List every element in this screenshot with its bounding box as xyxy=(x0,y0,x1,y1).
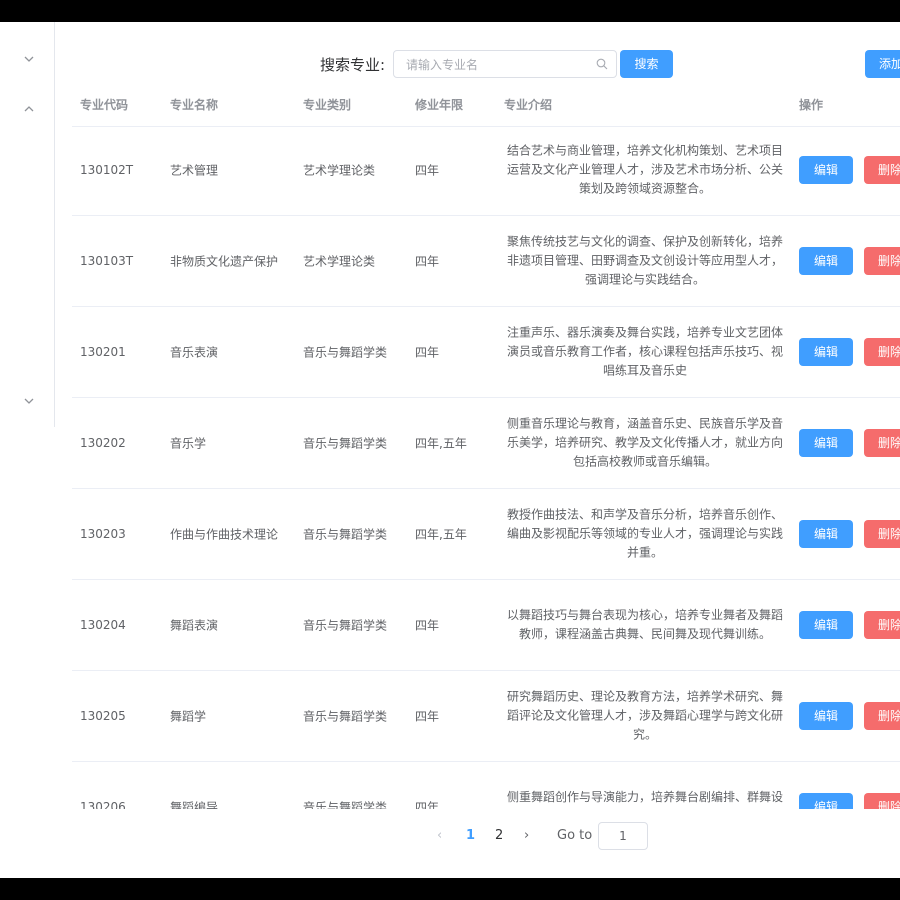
header-category: 专业类别 xyxy=(303,98,352,112)
table-header: 专业代码 专业名称 专业类别 修业年限 专业介绍 操作 xyxy=(72,88,900,127)
cell-intro: 聚焦传统技艺与文化的调查、保护及创新转化，培养非遗项目管理、田野调查及文创设计等… xyxy=(506,234,783,287)
table-row: 130204 舞蹈表演 音乐与舞蹈学类 四年 以舞蹈技巧与舞台表现为核心，培养专… xyxy=(72,580,900,671)
goto-input[interactable]: 1 xyxy=(598,822,648,850)
cell-code: 130201 xyxy=(80,345,126,359)
cell-name: 舞蹈表演 xyxy=(170,618,219,633)
cell-intro: 侧重音乐理论与教育，涵盖音乐史、民族音乐学及音乐美学，培养研究、教学及文化传播人… xyxy=(506,416,783,469)
cell-years: 四年,五年 xyxy=(415,527,467,542)
chevron-down-icon[interactable] xyxy=(22,394,36,408)
cell-code: 130103T xyxy=(80,254,134,268)
table-row: 130203 作曲与作曲技术理论 音乐与舞蹈学类 四年,五年 教授作曲技法、和声… xyxy=(72,489,900,580)
edit-button[interactable]: 编辑 xyxy=(799,247,853,275)
cell-intro: 结合艺术与商业管理，培养文化机构策划、艺术项目运营及文化产业管理人才，涉及艺术市… xyxy=(506,143,783,196)
header-intro: 专业介绍 xyxy=(504,98,553,112)
search-button[interactable]: 搜索 xyxy=(620,50,673,78)
table-row: 130201 音乐表演 音乐与舞蹈学类 四年 注重声乐、器乐演奏及舞台实践，培养… xyxy=(72,307,900,398)
delete-button[interactable]: 删除 xyxy=(864,156,900,184)
edit-button[interactable]: 编辑 xyxy=(799,520,853,548)
edit-button[interactable]: 编辑 xyxy=(799,793,853,809)
delete-button[interactable]: 删除 xyxy=(864,429,900,457)
cell-category: 音乐与舞蹈学类 xyxy=(303,618,388,633)
goto-label: Go to xyxy=(557,828,593,843)
delete-button[interactable]: 删除 xyxy=(864,702,900,730)
cell-years: 四年 xyxy=(415,618,440,633)
search-input[interactable] xyxy=(404,51,588,79)
cell-code: 130102T xyxy=(80,163,134,177)
cell-category: 艺术学理论类 xyxy=(303,163,376,178)
search-bar: 搜索专业: 搜索 添加 xyxy=(0,50,900,80)
cell-code: 130203 xyxy=(80,527,126,541)
header-actions: 操作 xyxy=(799,98,824,112)
edit-button[interactable]: 编辑 xyxy=(799,429,853,457)
sidebar xyxy=(0,22,55,427)
edit-button[interactable]: 编辑 xyxy=(799,338,853,366)
cell-category: 艺术学理论类 xyxy=(303,254,376,269)
majors-table: 专业代码 专业名称 专业类别 修业年限 专业介绍 操作 xyxy=(72,88,900,127)
delete-button[interactable]: 删除 xyxy=(864,247,900,275)
search-input-wrapper[interactable] xyxy=(393,50,617,79)
cell-code: 130202 xyxy=(80,436,126,450)
add-button[interactable]: 添加 xyxy=(865,50,900,78)
page-1[interactable]: 1 xyxy=(466,828,475,843)
cell-name: 舞蹈学 xyxy=(170,709,207,724)
prev-page-icon[interactable]: ‹ xyxy=(437,828,442,843)
table-body: 130102T 艺术管理 艺术学理论类 四年 结合艺术与商业管理，培养文化机构策… xyxy=(72,125,900,809)
search-label: 搜索专业: xyxy=(320,56,386,74)
cell-category: 音乐与舞蹈学类 xyxy=(303,436,388,451)
cell-name: 艺术管理 xyxy=(170,163,219,178)
cell-code: 130205 xyxy=(80,709,126,723)
cell-intro: 教授作曲技法、和声学及音乐分析，培养音乐创作、编曲及影视配乐等领域的专业人才，强… xyxy=(506,507,783,560)
table-row: 130102T 艺术管理 艺术学理论类 四年 结合艺术与商业管理，培养文化机构策… xyxy=(72,125,900,216)
chevron-up-icon[interactable] xyxy=(22,102,36,116)
cell-years: 四年 xyxy=(415,709,440,724)
pagination: ‹ 1 2 › Go to 1 xyxy=(0,822,900,852)
cell-category: 音乐与舞蹈学类 xyxy=(303,345,388,360)
next-page-icon[interactable]: › xyxy=(524,828,529,843)
cell-code: 130204 xyxy=(80,618,126,632)
app-screen: 搜索专业: 搜索 添加 专业代码 专业名称 专业类别 修业年限 专业介绍 操作 … xyxy=(0,22,900,878)
cell-intro: 研究舞蹈历史、理论及教育方法，培养学术研究、舞蹈评论及文化管理人才，涉及舞蹈心理… xyxy=(506,689,783,742)
header-code: 专业代码 xyxy=(80,98,129,112)
delete-button[interactable]: 删除 xyxy=(864,793,900,809)
cell-category: 音乐与舞蹈学类 xyxy=(303,800,388,810)
cell-name: 音乐学 xyxy=(170,436,207,451)
edit-button[interactable]: 编辑 xyxy=(799,156,853,184)
cell-years: 四年 xyxy=(415,345,440,360)
delete-button[interactable]: 删除 xyxy=(864,338,900,366)
cell-intro: 注重声乐、器乐演奏及舞台实践，培养专业文艺团体演员或音乐教育工作者，核心课程包括… xyxy=(506,325,783,378)
table-row: 130202 音乐学 音乐与舞蹈学类 四年,五年 侧重音乐理论与教育，涵盖音乐史… xyxy=(72,398,900,489)
cell-intro: 侧重舞蹈创作与导演能力，培养舞台剧编排、群舞设计及舞蹈剧目策划人才，课程包括编舞… xyxy=(506,790,783,804)
header-name: 专业名称 xyxy=(170,98,219,112)
table-row: 130206 舞蹈编导 音乐与舞蹈学类 四年 侧重舞蹈创作与导演能力，培养舞台剧… xyxy=(72,762,900,809)
search-icon xyxy=(596,58,608,70)
cell-years: 四年 xyxy=(415,163,440,178)
cell-name: 舞蹈编导 xyxy=(170,800,219,810)
delete-button[interactable]: 删除 xyxy=(864,611,900,639)
cell-name: 音乐表演 xyxy=(170,345,219,360)
cell-category: 音乐与舞蹈学类 xyxy=(303,527,388,542)
cell-name: 作曲与作曲技术理论 xyxy=(170,527,279,542)
header-years: 修业年限 xyxy=(415,98,464,112)
cell-years: 四年 xyxy=(415,254,440,269)
cell-code: 130206 xyxy=(80,800,126,809)
edit-button[interactable]: 编辑 xyxy=(799,611,853,639)
cell-category: 音乐与舞蹈学类 xyxy=(303,709,388,724)
delete-button[interactable]: 删除 xyxy=(864,520,900,548)
cell-years: 四年,五年 xyxy=(415,436,467,451)
edit-button[interactable]: 编辑 xyxy=(799,702,853,730)
cell-name: 非物质文化遗产保护 xyxy=(170,254,279,269)
table-row: 130205 舞蹈学 音乐与舞蹈学类 四年 研究舞蹈历史、理论及教育方法，培养学… xyxy=(72,671,900,762)
cell-intro: 以舞蹈技巧与舞台表现为核心，培养专业舞者及舞蹈教师，课程涵盖古典舞、民间舞及现代… xyxy=(506,608,783,641)
page-2[interactable]: 2 xyxy=(495,828,503,843)
cell-years: 四年 xyxy=(415,800,440,810)
table-row: 130103T 非物质文化遗产保护 艺术学理论类 四年 聚焦传统技艺与文化的调查… xyxy=(72,216,900,307)
